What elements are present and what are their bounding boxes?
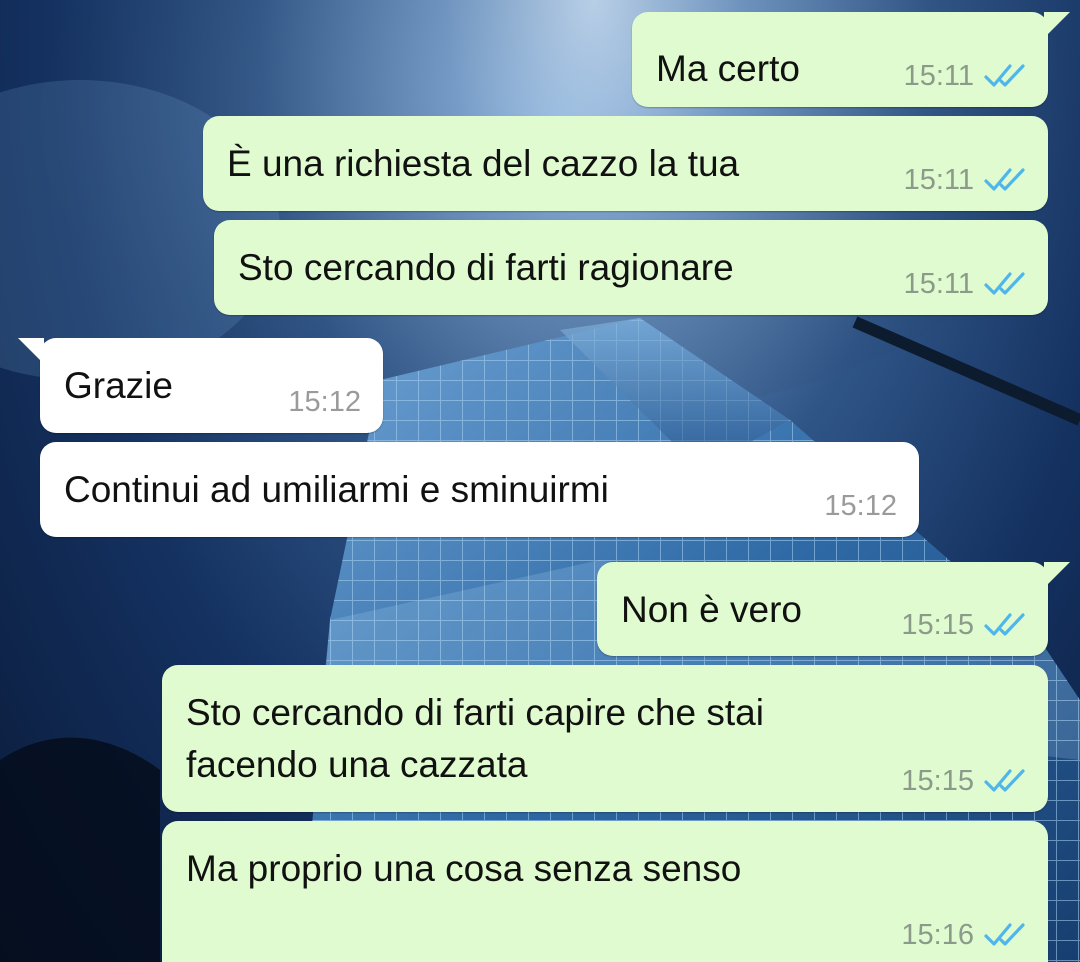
double-check-icon bbox=[984, 168, 1025, 191]
message-text: Sto cercando di farti ragionare bbox=[238, 247, 734, 288]
message-time: 15:15 bbox=[901, 765, 974, 797]
message-meta: 15:12 bbox=[824, 489, 897, 523]
message-text: Ma certo bbox=[656, 48, 800, 89]
message-meta: 15:12 bbox=[288, 385, 361, 419]
outgoing-message-bubble[interactable]: Ma proprio una cosa senza senso 15:16 bbox=[162, 821, 1048, 962]
message-text: È una richiesta del cazzo la tua bbox=[227, 143, 740, 184]
message-meta: 15:11 bbox=[904, 267, 1026, 301]
double-check-icon bbox=[984, 613, 1025, 636]
bubble-tail bbox=[1044, 12, 1070, 38]
message-meta: 15:11 bbox=[904, 59, 1026, 93]
message-meta: 15:16 bbox=[901, 918, 1026, 952]
message-time: 15:15 bbox=[901, 609, 974, 641]
outgoing-message-bubble[interactable]: Sto cercando di farti ragionare 15:11 bbox=[214, 220, 1048, 315]
double-check-icon bbox=[984, 923, 1025, 946]
message-time: 15:16 bbox=[901, 919, 974, 951]
message-time: 15:11 bbox=[903, 164, 974, 196]
message-time: 15:11 bbox=[903, 268, 974, 300]
double-check-icon bbox=[984, 64, 1025, 87]
outgoing-message-bubble[interactable]: Ma certo 15:11 bbox=[632, 12, 1070, 107]
message-time: 15:11 bbox=[903, 60, 974, 92]
bubble-tail bbox=[18, 338, 44, 364]
outgoing-message-bubble[interactable]: È una richiesta del cazzo la tua 15:11 bbox=[203, 116, 1048, 211]
outgoing-message-bubble[interactable]: Sto cercando di farti capire che stai fa… bbox=[162, 665, 1048, 812]
message-meta: 15:15 bbox=[901, 764, 1026, 798]
incoming-message-bubble[interactable]: Grazie 15:12 bbox=[18, 338, 383, 433]
message-meta: 15:15 bbox=[901, 608, 1026, 642]
double-check-icon bbox=[984, 272, 1025, 295]
message-text: Grazie bbox=[64, 365, 173, 406]
message-meta: 15:11 bbox=[904, 163, 1026, 197]
outgoing-message-bubble[interactable]: Non è vero 15:15 bbox=[597, 562, 1070, 656]
message-text: Ma proprio una cosa senza senso bbox=[186, 848, 742, 889]
message-text: Non è vero bbox=[621, 589, 802, 630]
bubble-tail bbox=[1044, 562, 1070, 588]
message-time: 15:12 bbox=[288, 386, 361, 418]
message-list[interactable]: Ma certo 15:11 È una richiesta del cazzo… bbox=[0, 0, 1080, 962]
double-check-icon bbox=[984, 769, 1025, 792]
incoming-message-bubble[interactable]: Continui ad umiliarmi e sminuirmi 15:12 bbox=[40, 442, 919, 537]
message-text: Continui ad umiliarmi e sminuirmi bbox=[64, 469, 609, 510]
message-time: 15:12 bbox=[824, 490, 897, 522]
message-text: Sto cercando di farti capire che stai fa… bbox=[186, 692, 764, 785]
